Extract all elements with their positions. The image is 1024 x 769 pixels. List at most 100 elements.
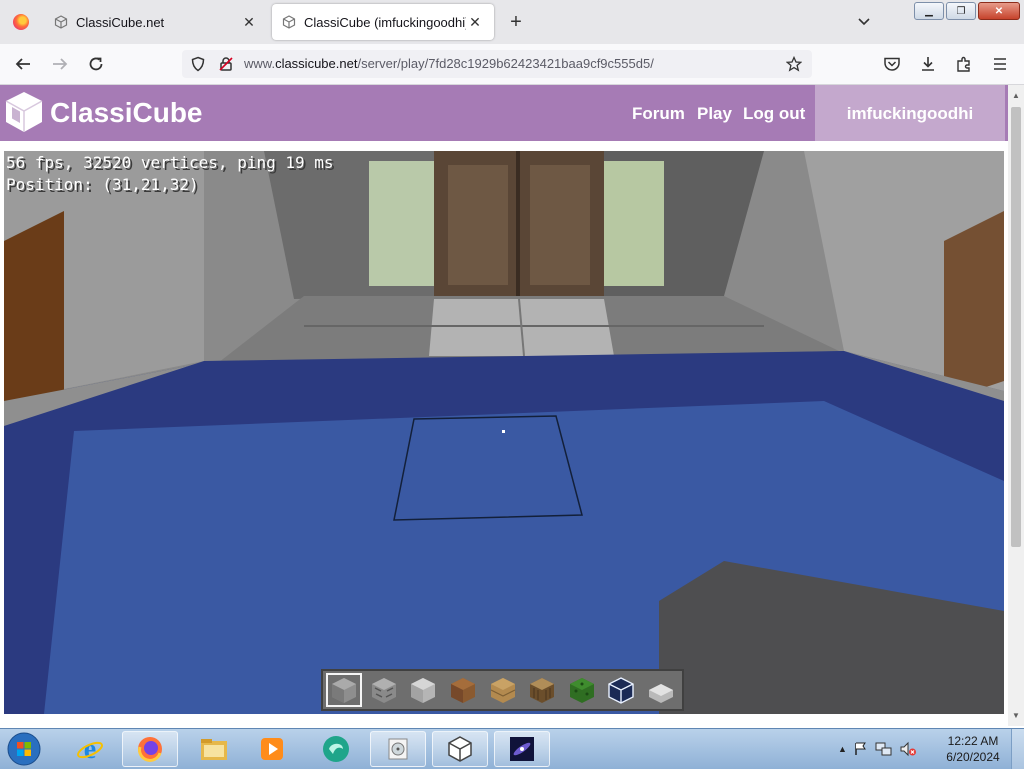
hotbar-slot-leaves[interactable] — [564, 673, 600, 707]
network-icon[interactable] — [875, 741, 893, 757]
start-button[interactable] — [4, 730, 44, 768]
list-all-tabs-button[interactable] — [852, 8, 876, 36]
mail-app-icon — [323, 736, 349, 762]
taskbar-internet-explorer[interactable]: e — [68, 731, 112, 767]
tab-title: ClassiCube (imfuckingoodhi) — [304, 14, 466, 30]
pocket-icon — [884, 57, 900, 71]
close-window-button[interactable]: ✕ — [978, 2, 1020, 20]
user-panel[interactable]: imfuckingoodhi — [815, 85, 1005, 141]
taskbar-file-explorer[interactable] — [192, 731, 236, 767]
hotbar-slot-slab[interactable] — [643, 673, 679, 707]
reload-icon — [89, 57, 103, 71]
chevron-down-icon — [858, 18, 870, 26]
scrollbar-thumb[interactable] — [1011, 107, 1021, 547]
tab-classicube-play[interactable]: ClassiCube (imfuckingoodhi) ✕ — [272, 4, 494, 40]
taskbar-space-app[interactable] — [494, 731, 550, 767]
clock[interactable]: 12:22 AM 6/20/2024 — [938, 733, 1008, 765]
volume-muted-icon[interactable] — [899, 741, 917, 757]
classicube-logo-icon[interactable] — [4, 90, 44, 134]
tab-title: ClassiCube.net — [76, 14, 165, 30]
taskbar-classicube[interactable] — [432, 731, 488, 767]
hotbar-slot-glass[interactable] — [604, 673, 640, 707]
back-button[interactable] — [10, 52, 36, 76]
scroll-up-icon[interactable]: ▲ — [1012, 91, 1020, 100]
hotbar-slot-tree-trunk[interactable] — [524, 673, 560, 707]
menu-icon — [994, 58, 1006, 70]
wood-planks-block-icon — [490, 678, 515, 703]
url-bar[interactable]: www.classicube.net/server/play/7fd28c192… — [182, 50, 812, 78]
position-readout: Position: (31,21,32) — [6, 175, 199, 194]
debug-hud: 56 fps, 32520 vertices, ping 19 ms Posit… — [6, 152, 334, 196]
site-brand[interactable]: ClassiCube — [50, 97, 203, 129]
log-block-icon — [530, 678, 555, 703]
reload-button[interactable] — [83, 52, 109, 76]
tab-classicube-net[interactable]: ClassiCube.net ✕ — [44, 4, 268, 40]
hotbar-slot-dirt[interactable] — [445, 673, 481, 707]
scroll-down-icon[interactable]: ▼ — [1012, 711, 1020, 720]
navigation-toolbar: www.classicube.net/server/play/7fd28c192… — [0, 44, 1024, 85]
show-desktop-button[interactable] — [1011, 729, 1024, 769]
hotbar — [321, 669, 684, 711]
leaves-block-icon — [569, 678, 594, 703]
page-content: 56 fps, 32520 vertices, ping 19 ms Posit… — [0, 141, 1008, 726]
tab-strip: ClassiCube.net ✕ ClassiCube (imfuckingoo… — [0, 0, 1024, 44]
space-app-icon — [510, 737, 534, 761]
firefox-view-button[interactable] — [0, 0, 42, 44]
url-prefix: www. — [244, 56, 276, 71]
pocket-button[interactable] — [879, 52, 905, 76]
nav-forum-link[interactable]: Forum — [632, 104, 685, 124]
disc-icon — [388, 738, 408, 760]
hotbar-slot-cobblestone[interactable] — [366, 673, 402, 707]
tab-close-icon[interactable]: ✕ — [466, 14, 484, 31]
firefox-icon — [13, 14, 29, 30]
download-icon — [922, 57, 934, 71]
classicube-icon — [448, 736, 472, 762]
bookmark-star-icon[interactable] — [786, 56, 802, 72]
url-domain: classicube.net — [275, 56, 358, 71]
fps-readout: 56 fps, 32520 vertices, ping 19 ms — [6, 153, 334, 172]
forward-button[interactable] — [47, 52, 73, 76]
minimize-button[interactable]: ▁ — [914, 2, 944, 20]
shield-icon[interactable] — [190, 56, 206, 72]
new-tab-button[interactable]: + — [504, 8, 528, 36]
dirt-block-icon — [450, 678, 475, 703]
classicube-favicon-icon — [54, 15, 68, 29]
internet-explorer-icon: e — [77, 735, 103, 763]
downloads-button[interactable] — [915, 52, 941, 76]
hotbar-slot-wood-planks[interactable] — [485, 673, 521, 707]
firefox-icon — [138, 737, 162, 762]
hotbar-slot-stone-slab[interactable] — [405, 673, 441, 707]
glass-block-icon — [608, 677, 635, 704]
taskbar-mail-app[interactable] — [314, 731, 358, 767]
extensions-icon — [957, 56, 970, 72]
back-icon — [15, 58, 30, 70]
extensions-button[interactable] — [951, 52, 977, 76]
system-tray: ▲ — [838, 735, 917, 763]
taskbar-firefox[interactable] — [122, 731, 178, 767]
smooth-stone-block-icon — [411, 678, 436, 703]
windows-orb-icon — [7, 732, 41, 766]
window-controls: ▁ ❐ ✕ — [914, 2, 1020, 20]
app-menu-button[interactable] — [987, 52, 1013, 76]
media-player-icon — [261, 738, 283, 760]
nav-play-link[interactable]: Play — [697, 104, 732, 124]
site-header: ClassiCube Forum Play Log out imfuckingo… — [0, 85, 1008, 141]
page-scrollbar[interactable]: ▲ ▼ — [1008, 85, 1024, 726]
crosshair — [502, 430, 505, 433]
show-hidden-icons-icon[interactable]: ▲ — [838, 744, 847, 754]
maximize-button[interactable]: ❐ — [946, 2, 976, 20]
tab-close-icon[interactable]: ✕ — [240, 14, 258, 31]
hotbar-slot-stone[interactable] — [326, 673, 362, 707]
url-text[interactable]: www.classicube.net/server/play/7fd28c192… — [244, 56, 654, 71]
taskbar-media-player[interactable] — [250, 731, 294, 767]
slab-block-icon — [649, 684, 674, 703]
taskbar-disc-app[interactable] — [370, 731, 426, 767]
nav-logout-link[interactable]: Log out — [743, 104, 805, 124]
game-canvas[interactable]: 56 fps, 32520 vertices, ping 19 ms Posit… — [4, 151, 1004, 714]
lock-icon[interactable] — [218, 56, 234, 72]
action-center-flag-icon[interactable] — [853, 741, 869, 757]
svg-text:e: e — [84, 735, 96, 763]
clock-date: 6/20/2024 — [946, 750, 1000, 764]
cobblestone-block-icon — [371, 678, 396, 703]
taskbar: e ▲ 12:22 AM 6/20/2024 — [0, 728, 1024, 769]
